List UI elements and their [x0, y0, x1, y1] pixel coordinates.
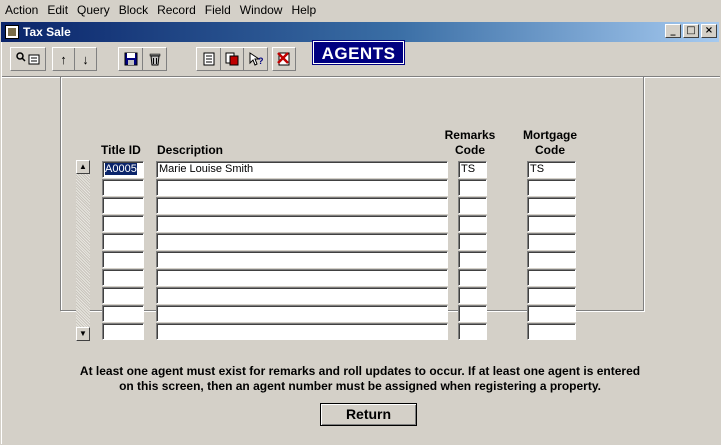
enter-query-button[interactable]: [11, 48, 45, 70]
description-field[interactable]: [156, 269, 448, 286]
mortgage-code-field[interactable]: TS: [527, 161, 576, 178]
description-field-value: Marie Louise Smith: [159, 163, 254, 175]
remarks-code-field-value: TS: [461, 163, 476, 175]
exit-button[interactable]: [273, 48, 295, 70]
mortgage-code-field[interactable]: [527, 305, 576, 322]
title-id-field[interactable]: [102, 233, 144, 250]
toolbar-group-exit: [272, 47, 296, 71]
info-text-line1: At least one agent must exist for remark…: [79, 364, 641, 378]
menu-help[interactable]: Help: [287, 0, 320, 20]
arrow-down-icon: ↓: [82, 51, 89, 67]
header-description: Description: [157, 143, 224, 157]
header-remarks-line1: Remarks: [444, 128, 496, 142]
remarks-code-field[interactable]: [458, 323, 487, 340]
header-remarks-line2: Code: [455, 143, 485, 157]
window-controls: _ □ ×: [665, 24, 717, 38]
copy-button[interactable]: [197, 48, 221, 70]
menu-record[interactable]: Record: [153, 0, 200, 20]
title-id-field[interactable]: [102, 323, 144, 340]
remarks-code-field[interactable]: [458, 233, 487, 250]
save-icon: [124, 52, 137, 66]
minimize-button[interactable]: _: [665, 24, 681, 38]
page-title: AGENTS: [312, 40, 405, 65]
menu-field[interactable]: Field: [201, 0, 235, 20]
mortgage-code-field-value: TS: [530, 163, 545, 175]
header-mortgage-line2: Code: [535, 143, 565, 157]
scroll-up-button[interactable]: ▲: [76, 160, 90, 174]
title-id-field[interactable]: [102, 197, 144, 214]
arrow-up-icon: ↑: [60, 51, 67, 67]
next-record-button[interactable]: ↓: [75, 48, 96, 70]
title-id-field[interactable]: [102, 179, 144, 196]
save-button[interactable]: [119, 48, 143, 70]
description-field[interactable]: [156, 179, 448, 196]
description-field[interactable]: [156, 251, 448, 268]
mortgage-code-field[interactable]: [527, 197, 576, 214]
help-icon: ?: [249, 52, 263, 66]
description-field[interactable]: Marie Louise Smith: [156, 161, 448, 178]
clear-icon: [225, 52, 239, 66]
window-title-bar[interactable]: Tax Sale _ □ ×: [1, 22, 719, 42]
delete-icon: [149, 53, 160, 66]
info-text-line2: on this screen, then an agent number mus…: [119, 379, 601, 393]
title-id-field-value: A0005: [105, 163, 137, 175]
exit-icon: [277, 52, 290, 66]
menu-action[interactable]: Action: [1, 0, 42, 20]
remarks-code-field[interactable]: [458, 197, 487, 214]
mortgage-code-field[interactable]: [527, 233, 576, 250]
description-field[interactable]: [156, 305, 448, 322]
copy-icon: [203, 52, 214, 66]
description-field[interactable]: [156, 323, 448, 340]
toolbar-group-edit: [118, 47, 167, 71]
description-field[interactable]: [156, 287, 448, 304]
mortgage-code-field[interactable]: [527, 179, 576, 196]
clear-record-button[interactable]: [221, 48, 244, 70]
title-id-field[interactable]: [102, 287, 144, 304]
mortgage-code-field[interactable]: [527, 215, 576, 232]
remarks-code-field[interactable]: [458, 305, 487, 322]
scroll-down-button[interactable]: ▼: [76, 327, 90, 341]
mortgage-code-field[interactable]: [527, 251, 576, 268]
close-button[interactable]: ×: [701, 24, 717, 38]
title-id-field[interactable]: [102, 305, 144, 322]
menu-window[interactable]: Window: [236, 0, 287, 20]
remarks-code-field[interactable]: [458, 251, 487, 268]
app-icon: [5, 25, 19, 39]
description-field[interactable]: [156, 233, 448, 250]
svg-text:?: ?: [258, 56, 263, 66]
title-id-field[interactable]: [102, 215, 144, 232]
remarks-code-field[interactable]: [458, 287, 487, 304]
remarks-code-field[interactable]: [458, 269, 487, 286]
menu-query[interactable]: Query: [73, 0, 114, 20]
return-button[interactable]: Return: [320, 403, 417, 426]
maximize-button[interactable]: □: [683, 24, 699, 38]
mortgage-code-field[interactable]: [527, 323, 576, 340]
toolbar-group-query: [10, 47, 46, 71]
header-mortgage-line1: Mortgage: [523, 128, 577, 142]
mortgage-code-field[interactable]: [527, 287, 576, 304]
toolbar-group-nav: ↑ ↓: [52, 47, 97, 71]
description-field[interactable]: [156, 197, 448, 214]
window-title: Tax Sale: [23, 25, 71, 39]
title-id-field[interactable]: [102, 269, 144, 286]
mortgage-code-field[interactable]: [527, 269, 576, 286]
menu-block[interactable]: Block: [115, 0, 152, 20]
header-title-id: Title ID: [101, 143, 141, 157]
title-id-field[interactable]: A0005: [102, 161, 144, 178]
remarks-code-field[interactable]: TS: [458, 161, 487, 178]
delete-button[interactable]: [143, 48, 166, 70]
record-scrollbar[interactable]: ▲ ▼: [76, 160, 90, 341]
remarks-code-field[interactable]: [458, 179, 487, 196]
menu-edit[interactable]: Edit: [43, 0, 72, 20]
previous-record-button[interactable]: ↑: [53, 48, 75, 70]
help-button[interactable]: ?: [244, 48, 267, 70]
menu-bar: Action Edit Query Block Record Field Win…: [0, 0, 721, 20]
title-id-field[interactable]: [102, 251, 144, 268]
description-field[interactable]: [156, 215, 448, 232]
toolbar-group-tools: ?: [196, 47, 268, 71]
remarks-code-field[interactable]: [458, 215, 487, 232]
enter-query-icon: [16, 52, 40, 65]
